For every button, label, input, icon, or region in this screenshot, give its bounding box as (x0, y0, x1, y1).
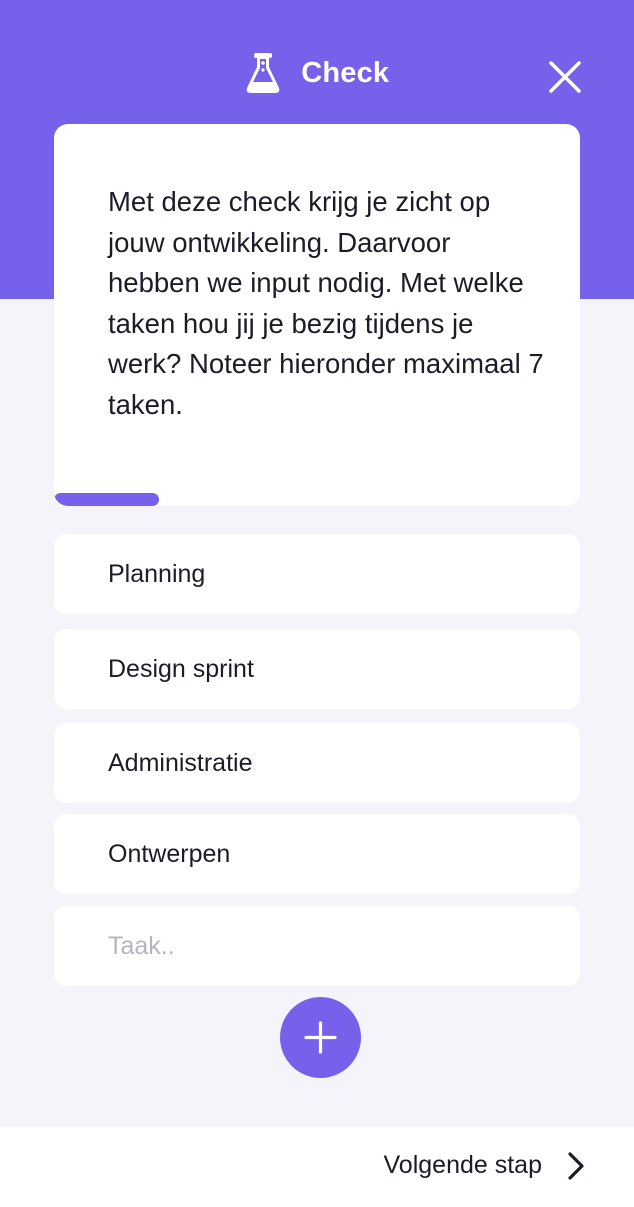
new-task-input[interactable] (54, 906, 580, 986)
task-item[interactable]: Administratie (54, 723, 580, 803)
next-step-label: Volgende stap (383, 1151, 542, 1179)
close-icon[interactable] (548, 60, 582, 94)
intro-card: Met deze check krijg je zicht op jouw on… (54, 124, 580, 506)
close-button[interactable] (548, 60, 582, 94)
progress-bar (54, 493, 580, 506)
footer: Volgende stap (0, 1127, 634, 1207)
task-item[interactable]: Design sprint (54, 629, 580, 709)
chevron-right-icon (568, 1151, 584, 1180)
add-task-button[interactable] (280, 997, 361, 1078)
page-title: Check (301, 56, 390, 89)
plus-icon (304, 1021, 337, 1054)
intro-text: Met deze check krijg je zicht op jouw on… (108, 186, 544, 420)
progress-fill (54, 493, 159, 506)
header-title-group: Check (0, 52, 634, 94)
task-item[interactable]: Planning (54, 534, 580, 614)
next-step-button[interactable]: Volgende stap (384, 1151, 584, 1180)
task-item[interactable]: Ontwerpen (54, 814, 580, 894)
flask-icon (245, 52, 281, 94)
